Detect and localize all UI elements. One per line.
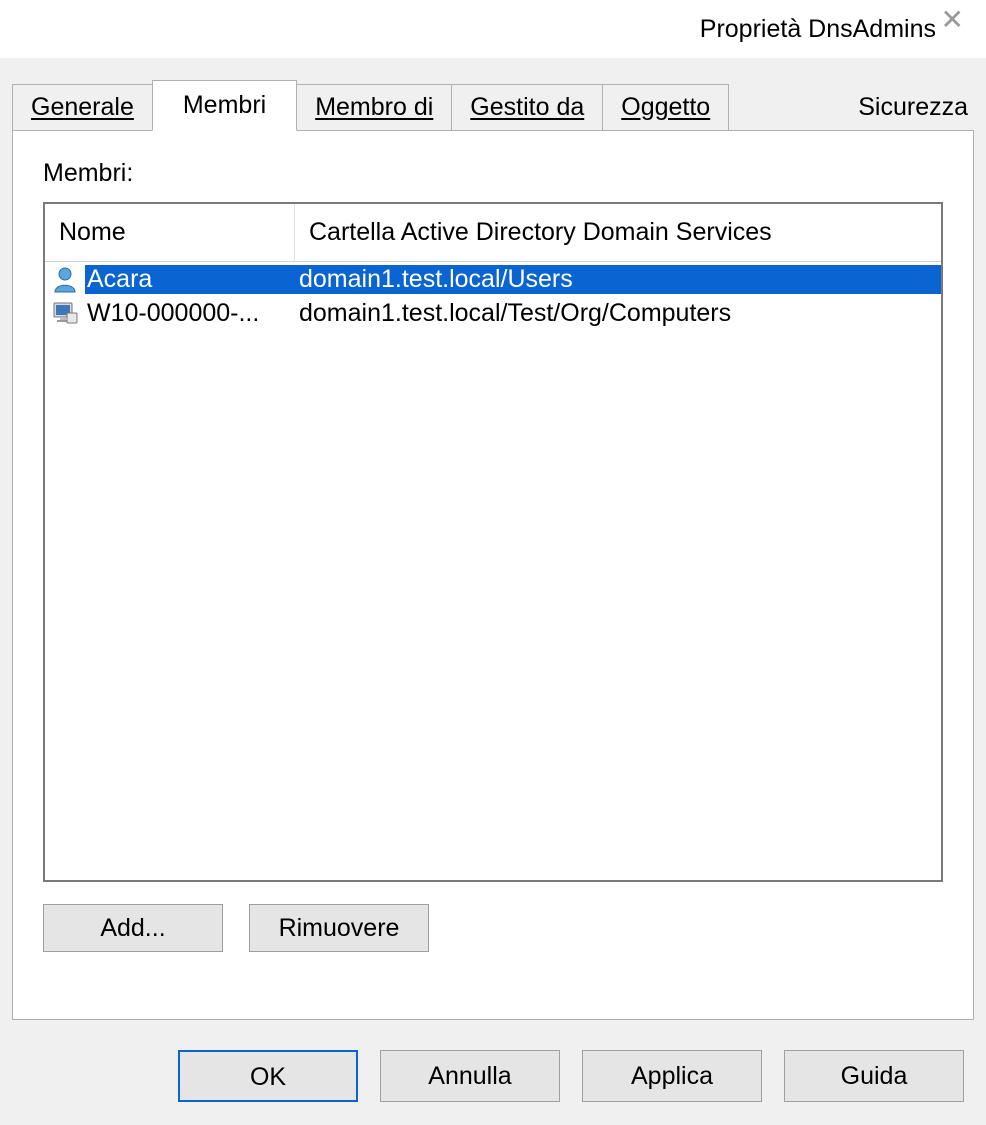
tabs-row: Generale Membri Membro di Gestito da Ogg… bbox=[0, 80, 986, 130]
dialog-actions: OK Annulla Applica Guida bbox=[0, 1020, 986, 1102]
tab-membri[interactable]: Membri bbox=[152, 80, 297, 131]
column-header-folder[interactable]: Cartella Active Directory Domain Service… bbox=[295, 204, 941, 261]
row-name: Acara bbox=[85, 265, 295, 294]
tab-oggetto[interactable]: Oggetto bbox=[602, 84, 729, 130]
ok-button[interactable]: OK bbox=[178, 1050, 358, 1102]
row-folder: domain1.test.local/Test/Org/Computers bbox=[295, 299, 941, 328]
remove-button[interactable]: Rimuovere bbox=[249, 904, 429, 952]
panel-actions: Add... Rimuovere bbox=[43, 904, 943, 952]
tab-generale[interactable]: Generale bbox=[12, 84, 153, 130]
user-icon bbox=[45, 265, 85, 293]
add-button[interactable]: Add... bbox=[43, 904, 223, 952]
members-label: Membri: bbox=[43, 159, 943, 188]
listview-header: Nome Cartella Active Directory Domain Se… bbox=[45, 204, 941, 262]
tab-gestito-da[interactable]: Gestito da bbox=[451, 84, 603, 130]
listview-rows: Acaradomain1.test.local/UsersW10-000000-… bbox=[45, 262, 941, 330]
computer-icon bbox=[45, 299, 85, 327]
cancel-button[interactable]: Annulla bbox=[380, 1050, 560, 1102]
members-listview[interactable]: Nome Cartella Active Directory Domain Se… bbox=[43, 202, 943, 882]
table-row[interactable]: W10-000000-...domain1.test.local/Test/Or… bbox=[45, 296, 941, 330]
tab-panel-membri: Membri: Nome Cartella Active Directory D… bbox=[12, 130, 974, 1020]
titlebar: Proprietà DnsAdmins ✕ bbox=[0, 0, 986, 58]
help-button[interactable]: Guida bbox=[784, 1050, 964, 1102]
row-folder: domain1.test.local/Users bbox=[295, 265, 941, 294]
window-title: Proprietà DnsAdmins bbox=[700, 15, 936, 44]
tab-sicurezza[interactable]: Sicurezza bbox=[840, 85, 986, 130]
table-row[interactable]: Acaradomain1.test.local/Users bbox=[45, 262, 941, 296]
row-name: W10-000000-... bbox=[85, 299, 295, 328]
apply-button[interactable]: Applica bbox=[582, 1050, 762, 1102]
column-header-name[interactable]: Nome bbox=[45, 204, 295, 261]
window-body: Generale Membri Membro di Gestito da Ogg… bbox=[0, 58, 986, 1102]
tab-membro-di[interactable]: Membro di bbox=[296, 84, 452, 130]
close-icon[interactable]: ✕ bbox=[941, 6, 964, 34]
